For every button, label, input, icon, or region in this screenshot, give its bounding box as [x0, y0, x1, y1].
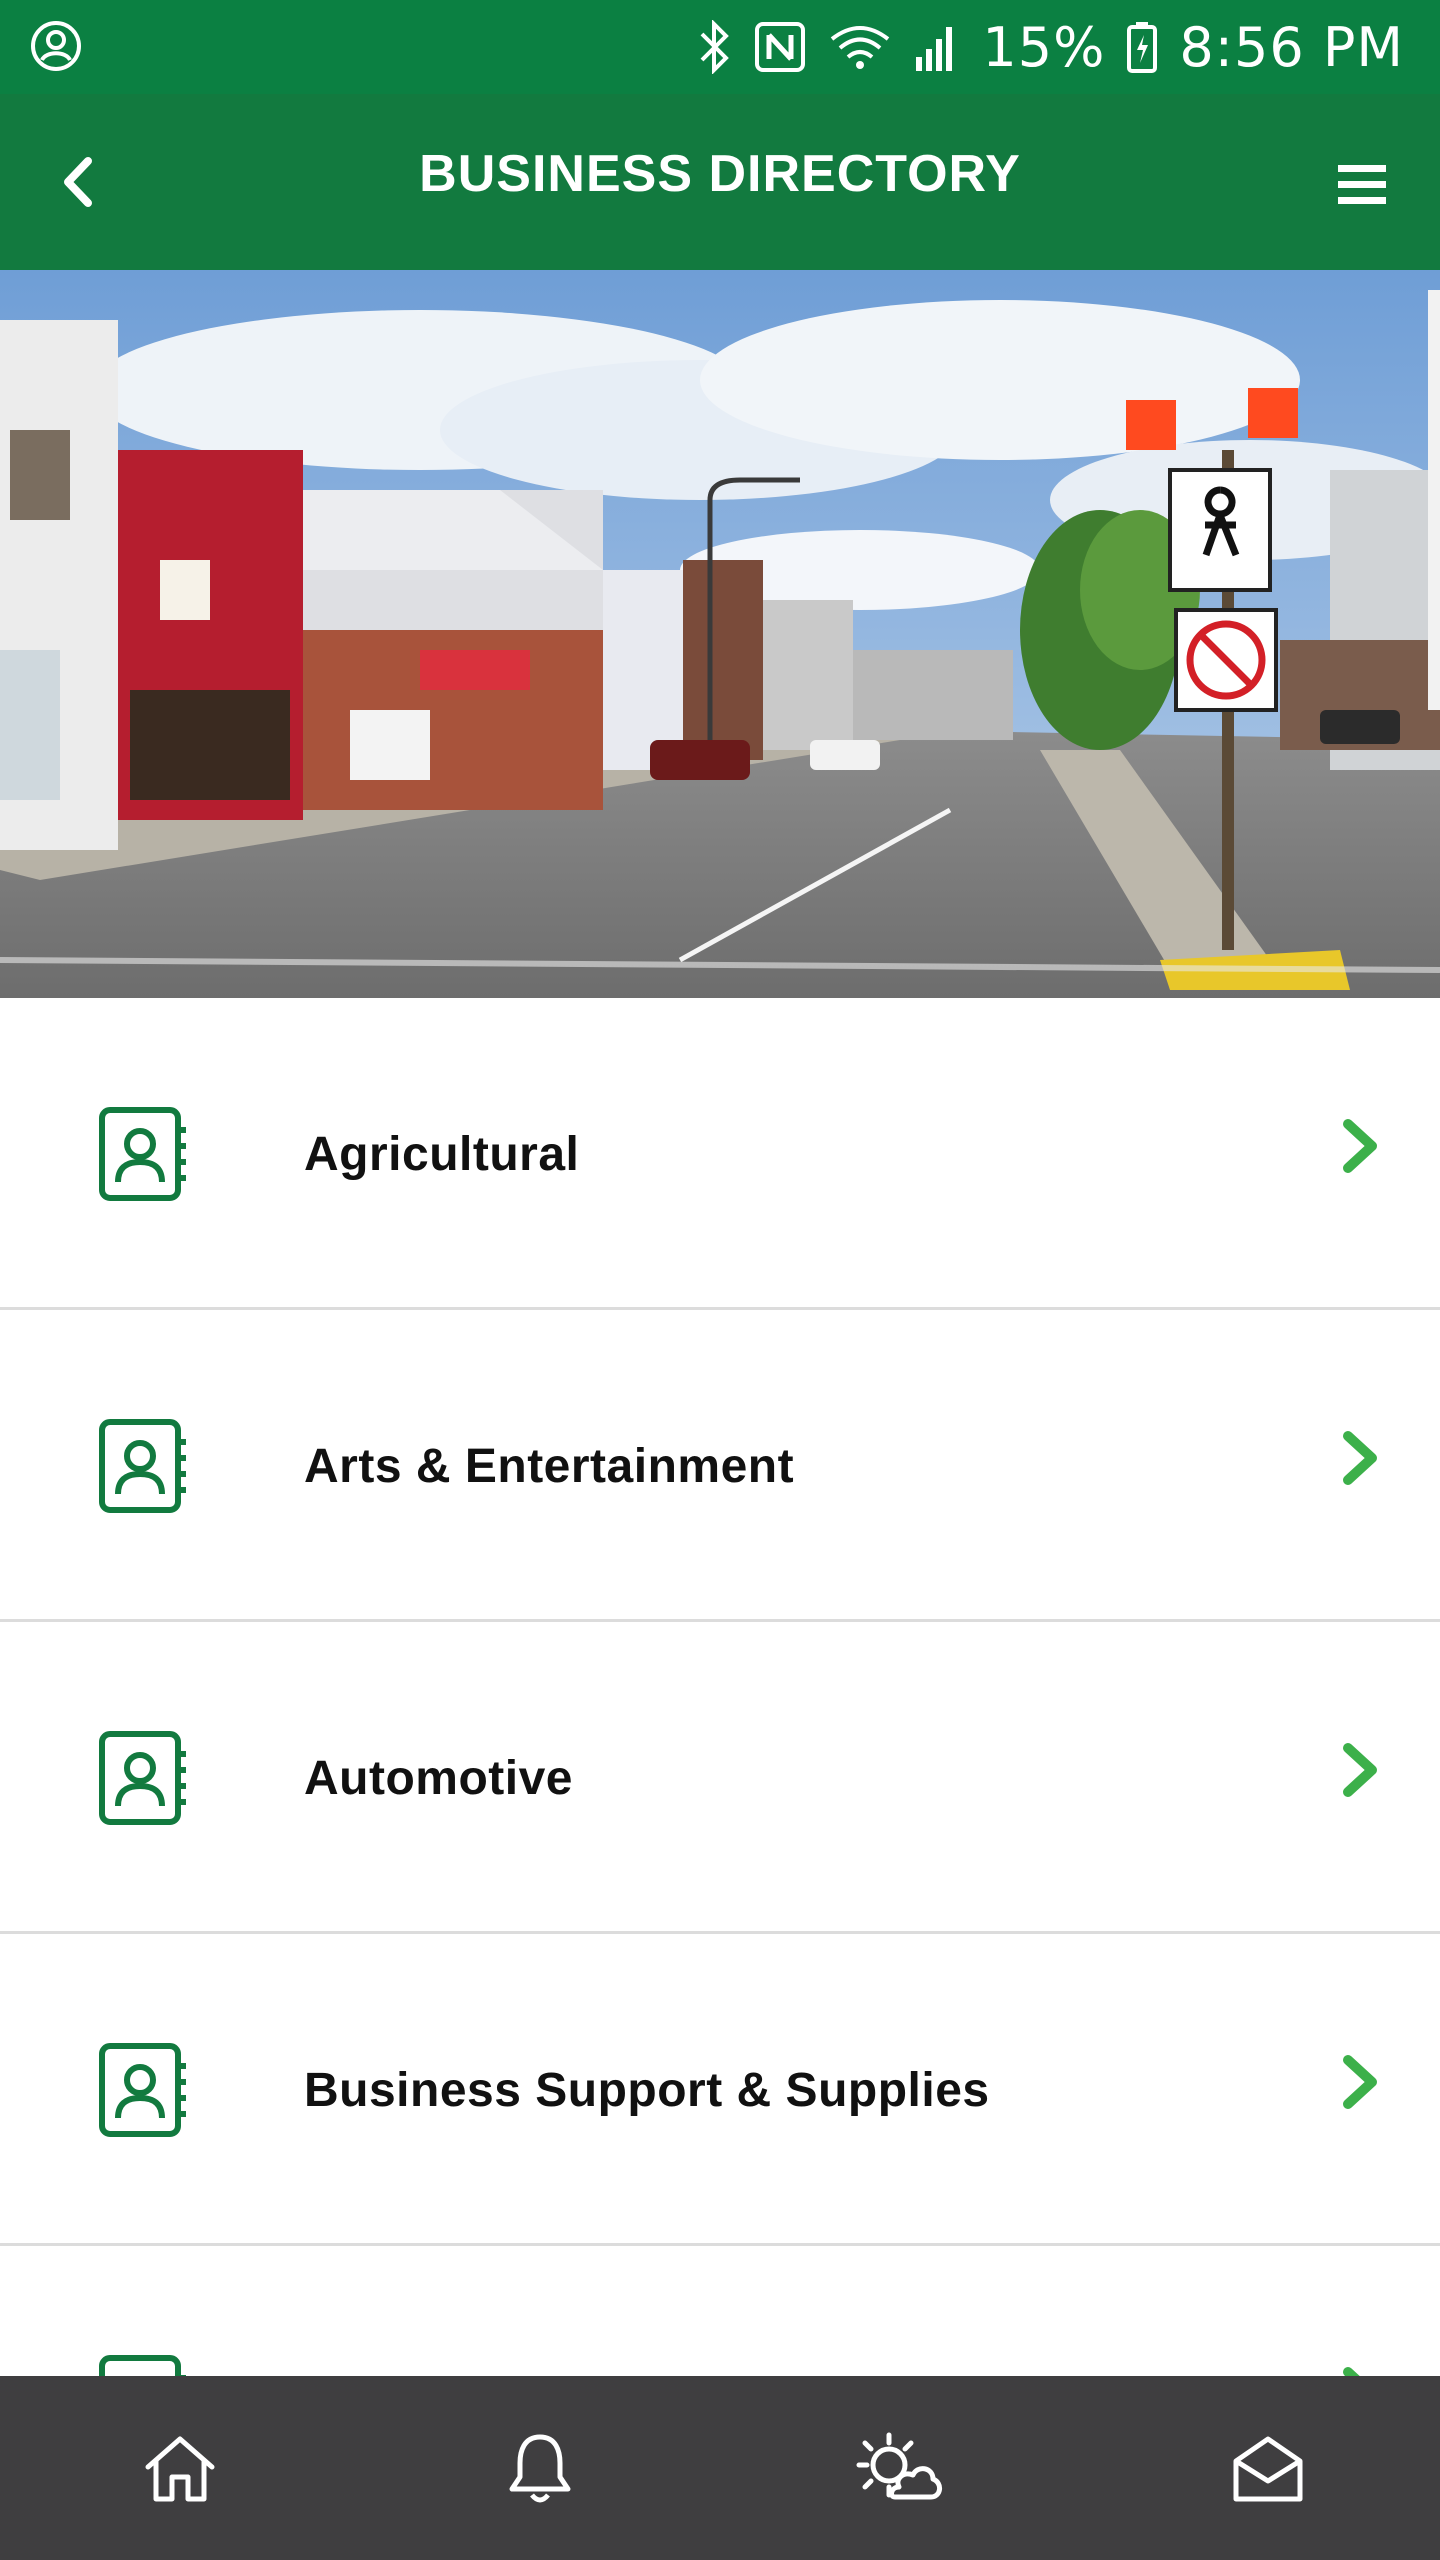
contacts-book-icon [98, 1730, 188, 1826]
list-item-label: Business Support & Supplies [304, 2063, 990, 2117]
list-item[interactable]: Business Support & Supplies [0, 1934, 1440, 2246]
category-list: Agricultural Arts & Entertainment Automo… [0, 998, 1440, 2558]
page-title: BUSINESS DIRECTORY [419, 145, 1021, 203]
contacts-book-icon [98, 2042, 188, 2138]
battery-icon [1127, 21, 1158, 73]
list-item-label: Automotive [304, 1751, 573, 1805]
app-bar: BUSINESS DIRECTORY [0, 94, 1440, 270]
list-item[interactable]: Arts & Entertainment [0, 1310, 1440, 1622]
signal-icon [914, 21, 960, 73]
list-item-label: Agricultural [304, 1127, 580, 1181]
clock: 8:56 PM [1179, 15, 1404, 79]
home-tab[interactable] [128, 2416, 232, 2520]
account-circle-icon [30, 20, 82, 72]
nfc-icon [754, 21, 806, 73]
notifications-tab[interactable] [488, 2416, 592, 2520]
bottom-nav [0, 2376, 1440, 2560]
list-item-label: Arts & Entertainment [304, 1439, 795, 1493]
weather-icon [856, 2432, 942, 2500]
bell-icon [509, 2434, 571, 2503]
list-item[interactable]: Automotive [0, 1622, 1440, 1934]
weather-tab[interactable] [848, 2416, 952, 2520]
mail-icon [1233, 2436, 1303, 2502]
chevron-right-icon [1338, 2054, 1384, 2110]
status-bar: 15% 8:56 PM [0, 0, 1440, 94]
chevron-right-icon [1338, 1430, 1384, 1486]
home-icon [145, 2436, 215, 2502]
chevron-right-icon [1338, 1118, 1384, 1174]
menu-button[interactable] [1330, 152, 1394, 216]
wifi-icon [828, 21, 892, 73]
chevron-right-icon [1338, 1742, 1384, 1798]
contacts-book-icon [98, 1106, 188, 1202]
hero-image [0, 270, 1440, 998]
messages-tab[interactable] [1216, 2416, 1320, 2520]
hamburger-menu-icon [1338, 165, 1386, 204]
contacts-book-icon [98, 1418, 188, 1514]
bluetooth-icon [698, 20, 732, 74]
list-item[interactable]: Agricultural [0, 998, 1440, 1310]
battery-percent: 15% [982, 15, 1106, 79]
